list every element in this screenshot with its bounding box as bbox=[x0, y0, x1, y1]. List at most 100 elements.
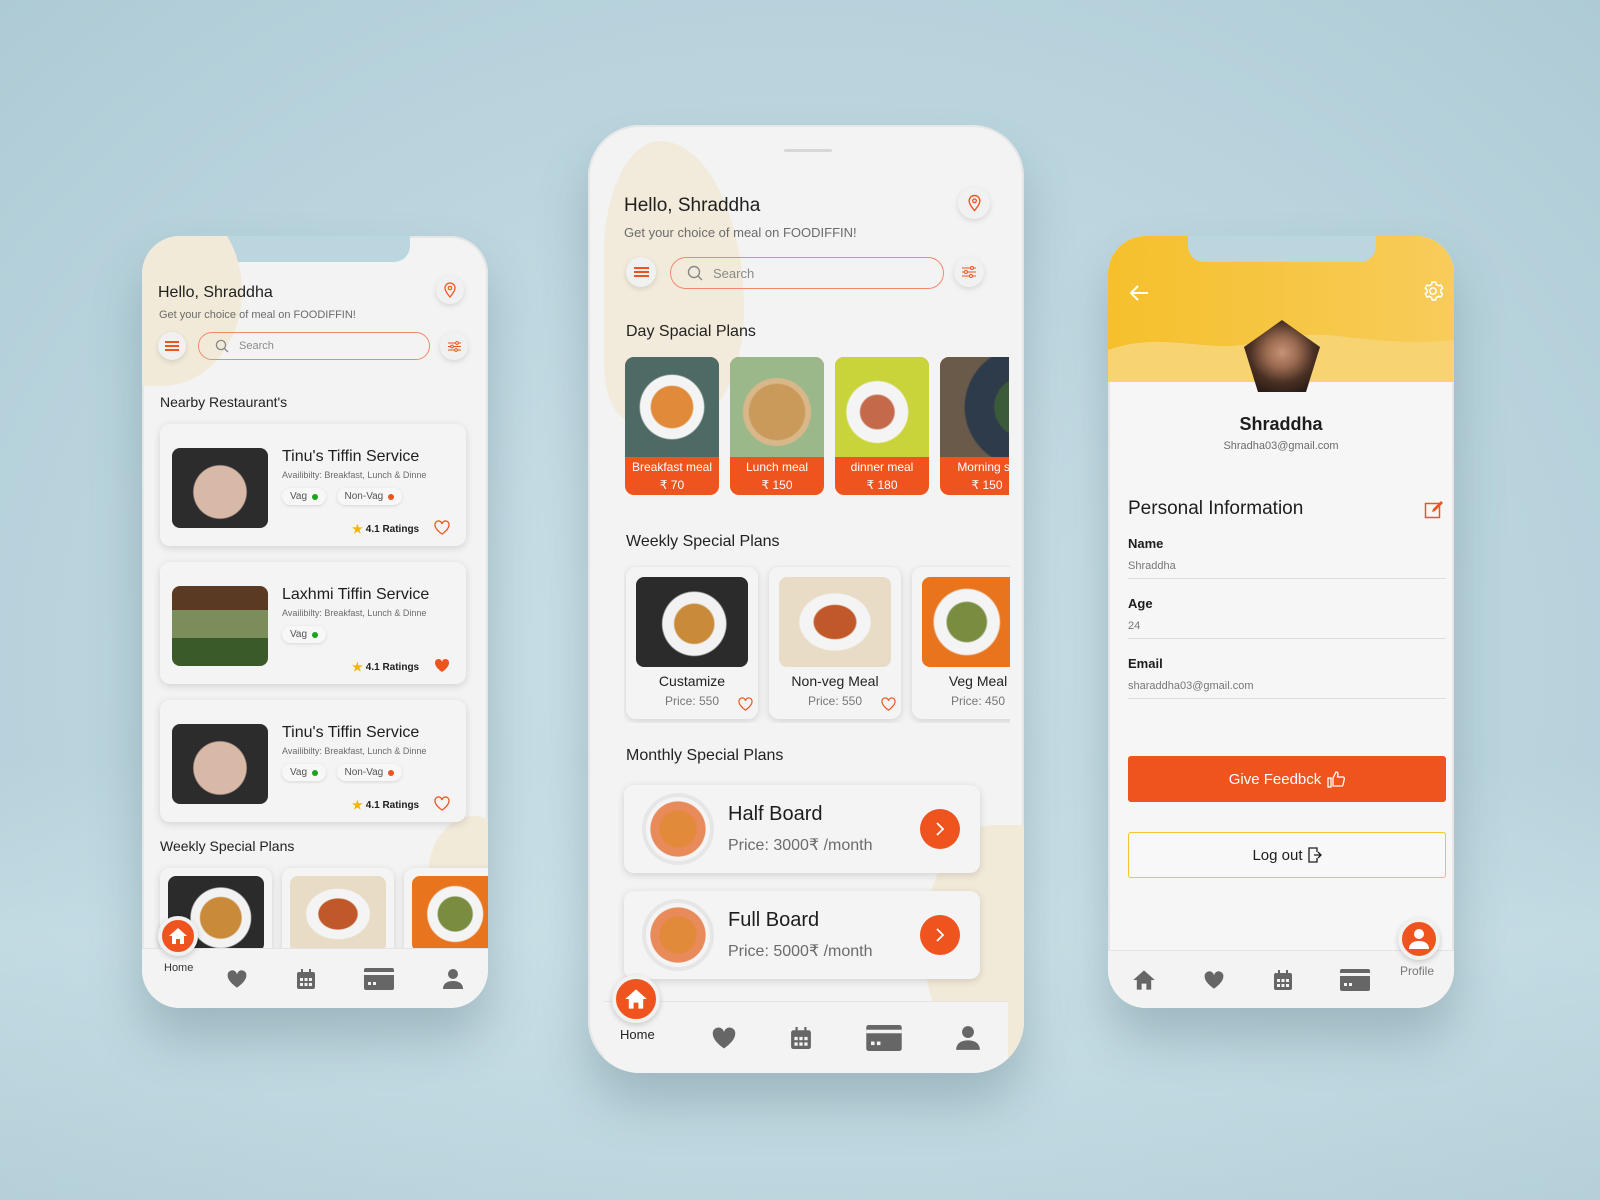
personal-info-title: Personal Information bbox=[1128, 498, 1304, 519]
filter-button[interactable] bbox=[954, 257, 984, 287]
rating-text: 4.1 Ratings bbox=[365, 523, 420, 535]
search-placeholder: Search bbox=[239, 340, 274, 352]
field-label-age: Age bbox=[1128, 596, 1153, 611]
menu-button[interactable] bbox=[626, 257, 656, 287]
tag-veg: Vag bbox=[282, 626, 327, 643]
settings-gear-icon[interactable] bbox=[1422, 280, 1444, 302]
day-plan-label: Lunch meal bbox=[745, 460, 809, 474]
filter-button[interactable] bbox=[440, 332, 468, 360]
location-button[interactable] bbox=[958, 187, 990, 219]
favorite-heart-outline-icon[interactable] bbox=[434, 796, 450, 811]
diet-tags: Vag bbox=[282, 624, 332, 643]
calendar-icon[interactable] bbox=[1273, 969, 1293, 991]
open-plan-button[interactable] bbox=[920, 915, 960, 955]
restaurant-card[interactable]: Tinu's Tiffin Service Availibilty: Break… bbox=[160, 700, 466, 822]
calendar-icon[interactable] bbox=[296, 968, 316, 990]
monthly-plan-name: Half Board bbox=[728, 803, 823, 825]
veg-dot bbox=[312, 493, 319, 500]
restaurant-name: Tinu's Tiffin Service bbox=[282, 724, 420, 741]
search-input[interactable]: Search bbox=[670, 257, 944, 289]
weekly-plan-image bbox=[412, 876, 488, 952]
day-plan-price: ₹ 70 bbox=[659, 478, 685, 492]
field-value-email[interactable]: sharaddha03@gmail.com bbox=[1128, 680, 1446, 699]
monthly-plan-card[interactable]: Half Board Price: 3000₹ /month bbox=[624, 785, 980, 873]
profile-email: Shradha03@gmail.com bbox=[1223, 440, 1339, 452]
weekly-plan-image bbox=[779, 577, 891, 667]
rating: ★ 4.1 Ratings bbox=[352, 660, 419, 674]
profile-nav-label: Profile bbox=[1400, 964, 1435, 978]
field-value-name[interactable]: Shraddha bbox=[1128, 560, 1446, 579]
restaurant-image bbox=[172, 586, 268, 666]
restaurant-card[interactable]: Tinu's Tiffin Service Availibilty: Break… bbox=[160, 424, 466, 546]
weekly-plan-card[interactable]: Non-veg Meal Price: 550 bbox=[769, 567, 901, 719]
monthly-plans-title: Monthly Special Plans bbox=[626, 747, 784, 764]
weekly-plans-title: Weekly Special Plans bbox=[626, 533, 780, 550]
restaurant-availability: Availibilty: Breakfast, Lunch & Dinne bbox=[282, 470, 427, 480]
logout-exit-icon bbox=[1307, 847, 1322, 863]
field-label-email: Email bbox=[1128, 656, 1163, 671]
nonveg-dot bbox=[388, 493, 395, 500]
chevron-right-icon bbox=[936, 928, 945, 942]
logout-label: Log out bbox=[1252, 846, 1303, 864]
tag-label: Vag bbox=[290, 629, 308, 640]
center-phone-home-screen: Hello, Shraddha Get your choice of meal … bbox=[588, 125, 1024, 1073]
rating: ★ 4.1 Ratings bbox=[352, 798, 419, 812]
open-plan-button[interactable] bbox=[920, 809, 960, 849]
day-plan-card[interactable]: Morning sn ₹ 150 bbox=[940, 357, 1009, 495]
profile-avatar[interactable] bbox=[1242, 318, 1322, 394]
calendar-icon[interactable] bbox=[790, 1025, 812, 1051]
favorite-heart-outline-icon[interactable] bbox=[434, 520, 450, 535]
menu-button[interactable] bbox=[158, 332, 186, 360]
filter-sliders-icon bbox=[962, 266, 976, 278]
weekly-section-title: Weekly Special Plans bbox=[160, 838, 295, 854]
restaurant-availability: Availibilty: Breakfast, Lunch & Dinne bbox=[282, 608, 427, 618]
home-nav-button-active[interactable] bbox=[158, 916, 198, 956]
favorite-heart-outline-icon[interactable] bbox=[738, 697, 753, 711]
favorites-heart-icon[interactable] bbox=[226, 969, 248, 989]
home-icon[interactable] bbox=[1132, 969, 1156, 991]
location-pin-icon bbox=[444, 282, 456, 298]
location-button[interactable] bbox=[436, 276, 464, 304]
favorite-heart-filled-icon[interactable] bbox=[434, 658, 450, 673]
logout-button[interactable]: Log out bbox=[1128, 832, 1446, 878]
tag-nonveg: Non-Vag bbox=[336, 488, 403, 505]
search-input[interactable]: Search bbox=[198, 332, 430, 360]
day-plan-card[interactable]: Breakfast meal ₹ 70 bbox=[625, 357, 719, 495]
speaker-grille bbox=[784, 149, 832, 152]
payment-card-icon[interactable] bbox=[1340, 968, 1371, 991]
star-icon: ★ bbox=[352, 522, 363, 536]
favorite-heart-outline-icon[interactable] bbox=[881, 697, 896, 711]
give-feedback-button[interactable]: Give Feedbck bbox=[1128, 756, 1446, 802]
star-icon: ★ bbox=[352, 660, 363, 674]
restaurant-availability: Availibilty: Breakfast, Lunch & Dinne bbox=[282, 746, 427, 756]
profile-nav-button-active[interactable] bbox=[1398, 918, 1440, 960]
weekly-plan-card[interactable]: Veg Meal Price: 450 bbox=[912, 567, 1010, 719]
star-icon: ★ bbox=[352, 798, 363, 812]
day-plan-image bbox=[730, 357, 824, 457]
favorites-heart-icon[interactable] bbox=[1203, 970, 1225, 990]
day-plan-label: dinner meal bbox=[850, 460, 914, 474]
favorites-heart-icon[interactable] bbox=[711, 1026, 737, 1050]
weekly-plan-name: Non-veg Meal bbox=[791, 673, 879, 689]
profile-person-icon[interactable] bbox=[955, 1025, 981, 1051]
weekly-plan-card[interactable]: Custamize Price: 550 bbox=[626, 567, 758, 719]
weekly-plan-image bbox=[290, 876, 386, 952]
monthly-plan-price: Price: 3000₹ /month bbox=[728, 837, 873, 854]
day-plan-price: ₹ 180 bbox=[866, 478, 898, 492]
monthly-plan-card[interactable]: Full Board Price: 5000₹ /month bbox=[624, 891, 980, 979]
restaurant-image bbox=[172, 448, 268, 528]
home-nav-button-active[interactable] bbox=[612, 975, 660, 1023]
payment-card-icon[interactable] bbox=[364, 967, 394, 990]
tag-nonveg: Non-Vag bbox=[336, 764, 403, 781]
rating: ★ 4.1 Ratings bbox=[352, 522, 419, 536]
day-plan-card[interactable]: dinner meal ₹ 180 bbox=[835, 357, 929, 495]
payment-card-icon[interactable] bbox=[866, 1024, 902, 1051]
back-arrow-icon[interactable] bbox=[1128, 284, 1150, 302]
profile-person-icon[interactable] bbox=[442, 968, 464, 990]
tag-veg: Vag bbox=[282, 488, 327, 505]
day-plan-card[interactable]: Lunch meal ₹ 150 bbox=[730, 357, 824, 495]
location-pin-icon bbox=[967, 194, 981, 212]
edit-pencil-icon[interactable] bbox=[1424, 500, 1444, 520]
field-value-age[interactable]: 24 bbox=[1128, 620, 1446, 639]
restaurant-card[interactable]: Laxhmi Tiffin Service Availibilty: Break… bbox=[160, 562, 466, 684]
